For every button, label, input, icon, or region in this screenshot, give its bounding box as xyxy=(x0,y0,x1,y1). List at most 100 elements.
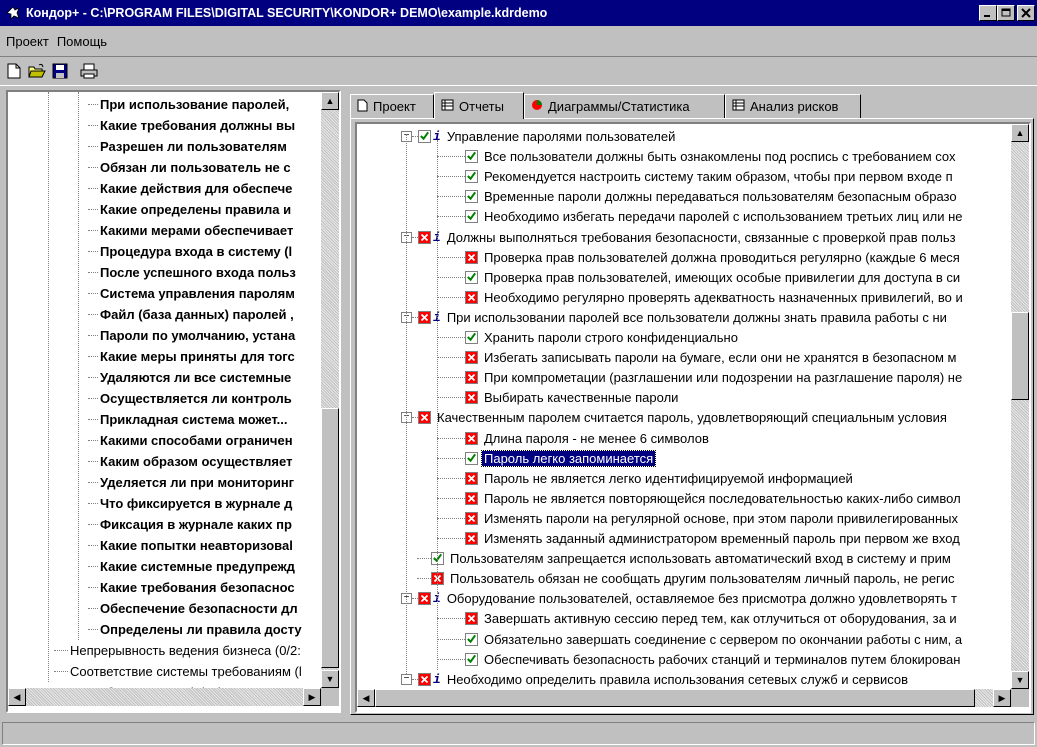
cross-icon[interactable] xyxy=(418,310,431,324)
report-item-row[interactable]: Проверка прав пользователей должна прово… xyxy=(427,247,960,267)
tree-item[interactable]: Какие системные предупрежд xyxy=(88,556,295,577)
checkmark-icon[interactable] xyxy=(465,632,478,646)
tree-item[interactable]: Что фиксируется в журнале д xyxy=(88,493,292,514)
minimize-button[interactable] xyxy=(979,5,997,21)
save-icon[interactable] xyxy=(50,61,70,81)
report-item-row[interactable]: Выбирать качественные пароли xyxy=(427,387,678,407)
checkmark-icon[interactable] xyxy=(465,270,478,284)
report-item-row[interactable]: При компрометации (разглашении или подоз… xyxy=(427,367,962,387)
cross-icon[interactable] xyxy=(465,290,478,304)
report-group-row[interactable]: Пользователям запрещается использовать а… xyxy=(417,548,951,568)
left-scroll-down-button[interactable]: ▼ xyxy=(321,670,339,688)
checkmark-icon[interactable] xyxy=(465,189,478,203)
tree-item[interactable]: Файл (база данных) паролей , xyxy=(88,304,294,325)
cross-icon[interactable] xyxy=(465,611,478,625)
checkmark-icon[interactable] xyxy=(465,652,478,666)
cross-icon[interactable] xyxy=(465,350,478,364)
cross-icon[interactable] xyxy=(465,250,478,264)
tree-item[interactable]: Какими мерами обеспечивает xyxy=(88,220,293,241)
tree-item[interactable]: Определены ли правила досту xyxy=(88,619,302,640)
cross-icon[interactable] xyxy=(418,591,431,605)
tree-item[interactable]: Удаляются ли все системные xyxy=(88,367,291,388)
tab-diagrams[interactable]: Диаграммы/Статистика xyxy=(524,94,725,118)
left-horizontal-scrollbar[interactable]: ◀ ▶ xyxy=(8,688,321,706)
checkmark-icon[interactable] xyxy=(418,129,431,143)
report-item-row[interactable]: Обязательно завершать соединение с серве… xyxy=(427,629,962,649)
tree-item[interactable]: Каким образом осуществляет xyxy=(88,451,292,472)
cross-icon[interactable] xyxy=(465,370,478,384)
tree-item[interactable]: Соответствие системы требованиям (l xyxy=(54,661,302,682)
tab-reports[interactable]: Отчеты xyxy=(434,92,524,119)
new-file-icon[interactable] xyxy=(4,61,24,81)
report-group-row[interactable]: Пользователь обязан не сообщать другим п… xyxy=(417,568,955,588)
report-item-row[interactable]: Необходимо избегать передачи паролей с и… xyxy=(427,206,962,226)
tree-item[interactable]: Уделяется ли при мониторинг xyxy=(88,472,294,493)
cross-icon[interactable] xyxy=(418,230,431,244)
left-vertical-scrollbar[interactable]: ▲ ▼ xyxy=(321,92,339,688)
tree-item[interactable]: Фиксация в журнале каких пр xyxy=(88,514,292,535)
report-group-row[interactable]: − i Необходимо определить правила использо… xyxy=(401,669,908,689)
tree-item[interactable]: Какие попытки неавторизоваl xyxy=(88,535,293,556)
tab-project[interactable]: Проект xyxy=(350,94,434,118)
cross-icon[interactable] xyxy=(465,491,478,505)
tree-item[interactable]: Какие действия для обеспече xyxy=(88,178,292,199)
tree-item[interactable]: Какие требования безопаснос xyxy=(88,577,295,598)
right-horizontal-scrollbar[interactable]: ◀ ▶ xyxy=(357,689,1011,707)
checkmark-icon[interactable] xyxy=(465,149,478,163)
checkmark-icon[interactable] xyxy=(465,451,478,465)
tree-item[interactable]: Какие требования должны вы xyxy=(88,115,295,136)
cross-icon[interactable] xyxy=(465,471,478,485)
report-group-row[interactable]: − i При использовании паролей все пользова… xyxy=(401,307,947,327)
report-item-row[interactable]: Хранить пароли строго конфиденциально xyxy=(427,327,738,347)
right-scroll-up-button[interactable]: ▲ xyxy=(1011,124,1029,142)
tree-item[interactable]: Процедура входа в систему (l xyxy=(88,241,292,262)
cross-icon[interactable] xyxy=(465,390,478,404)
report-item-row[interactable]: Рекомендуется настроить систему таким об… xyxy=(427,166,953,186)
left-scroll-right-button[interactable]: ▶ xyxy=(303,688,321,706)
checkmark-icon[interactable] xyxy=(465,330,478,344)
tree-item[interactable]: Пароли по умолчанию, устана xyxy=(88,325,295,346)
right-vertical-scroll-thumb[interactable] xyxy=(1011,312,1029,400)
checkmark-icon[interactable] xyxy=(465,169,478,183)
tree-item[interactable]: Система управления паролям xyxy=(88,283,295,304)
info-icon[interactable]: i xyxy=(433,672,441,687)
tab-risk-analysis[interactable]: Анализ рисков xyxy=(725,94,861,118)
left-scroll-up-button[interactable]: ▲ xyxy=(321,92,339,110)
cross-icon[interactable] xyxy=(465,431,478,445)
report-item-row[interactable]: Временные пароли должны передаваться пол… xyxy=(427,186,957,206)
tree-item[interactable]: Осуществляется ли контроль xyxy=(88,388,292,409)
right-vertical-scrollbar[interactable]: ▲ ▼ xyxy=(1011,124,1029,689)
report-item-row[interactable]: Проверка прав пользователей, имеющих осо… xyxy=(427,267,960,287)
report-item-row[interactable]: Пароль не является легко идентифицируемо… xyxy=(427,468,853,488)
collapse-icon[interactable]: − xyxy=(401,673,412,685)
report-item-row[interactable]: Избегать записывать пароли на бумаге, ес… xyxy=(427,347,956,367)
cross-icon[interactable] xyxy=(418,672,431,686)
tree-item[interactable]: Обязан ли пользователь не с xyxy=(88,157,291,178)
report-group-row[interactable]: − i Оборудование пользователей, оставляемо… xyxy=(401,588,957,608)
left-vertical-scroll-thumb[interactable] xyxy=(321,408,339,668)
left-scroll-left-button[interactable]: ◀ xyxy=(8,688,26,706)
tree-item[interactable]: Разрешен ли пользователям xyxy=(88,136,287,157)
right-horizontal-scroll-thumb[interactable] xyxy=(375,689,975,707)
title-bar[interactable]: Кондор+ - C:\PROGRAM FILES\DIGITAL SECUR… xyxy=(0,0,1037,26)
menu-project[interactable]: Проект xyxy=(6,34,49,49)
right-scroll-left-button[interactable]: ◀ xyxy=(357,689,375,707)
tree-item[interactable]: После успешного входа польз xyxy=(88,262,296,283)
report-item-row[interactable]: Необходимо регулярно проверять адекватно… xyxy=(427,287,963,307)
report-item-row[interactable]: Завершать активную сессию перед тем, как… xyxy=(427,608,957,628)
navigation-tree[interactable]: При использование паролей, Какие требован… xyxy=(8,92,321,688)
tree-item[interactable]: Какие меры приняты для тогс xyxy=(88,346,295,367)
tree-item[interactable]: Прикладная система может... xyxy=(88,409,288,430)
report-item-row[interactable]: Длина пароля - не менее 6 символов xyxy=(427,428,709,448)
menu-help[interactable]: Помощь xyxy=(57,34,107,49)
tree-item[interactable]: Какими способами ограничен xyxy=(88,430,293,451)
report-item-row[interactable]: Все пользователи должны быть ознакомлены… xyxy=(427,146,955,166)
report-item-row[interactable]: Пароль не является повторяющейся последо… xyxy=(427,488,961,508)
maximize-button[interactable] xyxy=(997,5,1015,21)
open-folder-icon[interactable] xyxy=(27,61,47,81)
tree-item[interactable]: Обеспечение безопасности дл xyxy=(88,598,298,619)
print-icon[interactable] xyxy=(79,61,99,81)
right-scroll-down-button[interactable]: ▼ xyxy=(1011,671,1029,689)
report-tree[interactable]: − i Управление паролями пользователей Все п… xyxy=(357,124,1011,689)
tree-item[interactable]: При использование паролей, xyxy=(88,94,289,115)
